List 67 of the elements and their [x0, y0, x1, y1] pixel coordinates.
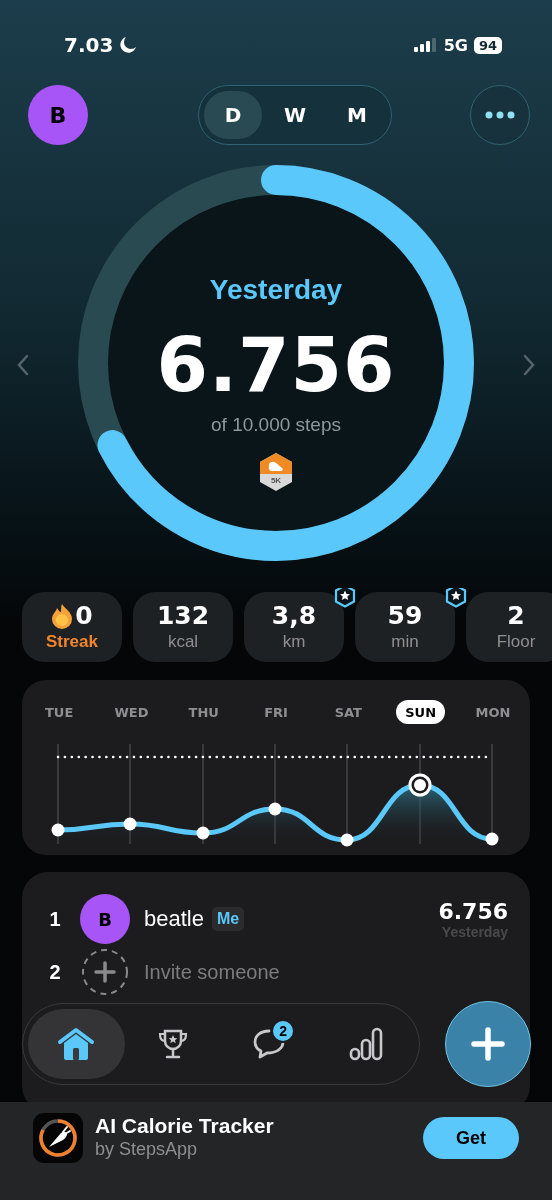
stat-label: km: [282, 631, 306, 653]
status-time: 7.03: [64, 33, 114, 57]
signal-icon: [413, 38, 436, 52]
notification-badge: 2: [271, 1019, 296, 1043]
medal-icon: [258, 452, 294, 492]
member-name: beatle: [144, 906, 204, 932]
day-tab[interactable]: THU: [179, 700, 228, 724]
member-steps: 6.756: [438, 898, 508, 924]
day-tab[interactable]: FRI: [255, 700, 297, 724]
home-tab[interactable]: [28, 1009, 125, 1079]
stat-value: 0: [75, 601, 93, 631]
period-tab[interactable]: W: [266, 91, 324, 139]
stat-card[interactable]: 0 Streak: [22, 592, 122, 662]
trophy-icon: [156, 1028, 189, 1060]
rank-number: 2: [48, 960, 62, 984]
stat-label: Floor: [496, 631, 536, 653]
data-point[interactable]: [123, 817, 137, 831]
data-point[interactable]: [485, 832, 499, 846]
get-button[interactable]: Get: [423, 1117, 519, 1159]
chat-icon: [252, 1028, 287, 1060]
plus-icon: [471, 1027, 505, 1061]
day-tab[interactable]: SUN: [396, 700, 446, 724]
app-icon[interactable]: [33, 1113, 83, 1163]
add-member-icon[interactable]: [81, 948, 129, 996]
stat-card[interactable]: 3,8 km: [244, 592, 344, 662]
stat-card[interactable]: 59 min: [355, 592, 455, 662]
member-avatar: B: [80, 894, 130, 944]
stat-label: min: [391, 631, 419, 653]
more-icon: [485, 111, 515, 119]
home-icon: [57, 1027, 96, 1061]
flame-icon: [51, 603, 74, 629]
day-tab[interactable]: SAT: [325, 700, 371, 724]
data-point[interactable]: [340, 833, 354, 847]
period-tab[interactable]: D: [204, 91, 262, 139]
day-tab[interactable]: WED: [105, 700, 158, 724]
chevron-right-icon[interactable]: [522, 354, 536, 376]
stat-value: 3,8: [271, 601, 317, 631]
stat-card[interactable]: 2 Floor: [466, 592, 552, 662]
medal-label: 5K: [269, 476, 283, 486]
invite-link[interactable]: Invite someone: [144, 960, 280, 984]
data-point[interactable]: [51, 823, 65, 837]
stat-label: kcal: [167, 631, 199, 653]
chat-tab[interactable]: 2: [221, 1009, 318, 1079]
stat-label: Streak: [46, 631, 98, 653]
network-label: 5G: [443, 35, 468, 55]
selected-data-point[interactable]: [408, 773, 432, 797]
bar-chart-icon: [348, 1027, 383, 1061]
data-point[interactable]: [196, 826, 210, 840]
period-tab[interactable]: M: [328, 91, 386, 139]
ad-title: AI Calorie Tracker: [95, 1113, 274, 1139]
day-tab[interactable]: TUE: [36, 700, 83, 724]
period-label: Yesterday: [209, 273, 343, 307]
rank-number: 1: [48, 907, 62, 931]
step-goal: of 10.000 steps: [211, 413, 341, 437]
moon-icon: [119, 36, 138, 54]
step-count: 6.756: [156, 321, 396, 410]
day-tab[interactable]: MON: [466, 700, 520, 724]
ad-subtitle: by StepsApp: [95, 1139, 199, 1159]
me-tag: Me: [211, 907, 245, 931]
chevron-left-icon[interactable]: [16, 354, 30, 376]
stat-value: 59: [387, 601, 423, 631]
stat-value: 132: [156, 601, 210, 631]
profile-avatar[interactable]: B: [28, 85, 88, 145]
battery-indicator: 94: [473, 36, 502, 54]
stat-card[interactable]: 132 kcal: [133, 592, 233, 662]
data-point[interactable]: [268, 802, 282, 816]
stat-value: 2: [507, 601, 525, 631]
